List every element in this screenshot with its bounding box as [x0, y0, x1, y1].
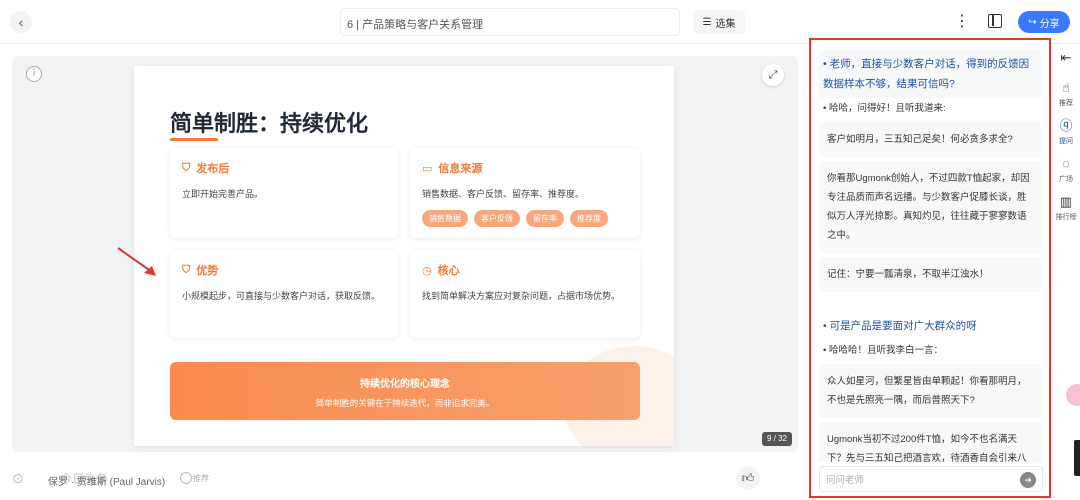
card-heading: 信息来源 [438, 163, 483, 175]
author-name: 保罗 · 贾维斯 (Paul Jarvis) [48, 477, 166, 488]
card-info-sources: ▭ 信息来源 销售数据、客户反馈、留存率、推荐度。 销售数据 客户反馈 留存率 推… [410, 148, 640, 238]
logo-icon: ⊙ [12, 470, 24, 486]
card-heading: 发布后 [196, 163, 230, 175]
send-button[interactable]: ➜ [1020, 472, 1036, 488]
page-indicator: 9 / 32 [762, 432, 792, 446]
card-heading: 优势 [196, 265, 219, 277]
layout-toggle-icon[interactable] [988, 14, 1002, 28]
recommend-icon[interactable] [180, 472, 192, 484]
user-question: • 老师，直接与少数客户对话，得到的反馈因数据样本不够，结果可信吗? [819, 50, 1041, 98]
answer-paragraph: 你看那Ugmonk创始人，不过四款T恤起家，却因专注品质而声名远播。与少数客户促… [819, 161, 1041, 253]
arrow-right-icon: ➜ [1024, 475, 1032, 485]
episode-select-button[interactable]: ☰ 选集 [693, 10, 745, 34]
shield-icon: ⛉ [182, 263, 191, 276]
share-button[interactable]: ↪ 分享 [1018, 11, 1070, 33]
tag: 留存率 [526, 210, 564, 227]
card-after-release: ⛉ 发布后 立即开始完善产品。 [170, 148, 398, 238]
message-icon: ▭ [422, 162, 433, 175]
question-icon: ⓠ [1059, 118, 1073, 133]
user-question: • 可是产品是要面对广大群众的呀 [823, 320, 977, 332]
share-icon: ↪ [1028, 16, 1037, 28]
chevron-left-icon: ‹ [18, 14, 24, 30]
select-label: 选集 [715, 18, 736, 30]
title-underline [170, 138, 218, 141]
rail-item-ask[interactable]: ⓠ 提问 [1052, 118, 1080, 146]
recommend-label[interactable]: 推荐 [193, 473, 209, 484]
rail-label: 排行榜 [1055, 214, 1077, 221]
clock-icon: ◷ [422, 264, 432, 277]
banner-subtitle: 简单制胜的关键在于持续迭代，而非追求完美。 [315, 398, 495, 408]
card-body: 销售数据、客户反馈、留存率、推荐度。 [422, 189, 585, 199]
card-body: 找到简单解决方案应对复杂问题，占据市场优势。 [422, 291, 621, 301]
info-icon[interactable]: i [26, 66, 42, 82]
like-button[interactable]: 👍︎ [736, 466, 760, 490]
thumbs-up-icon: 👍︎ [741, 471, 755, 485]
card-advantage: ⛉ 优势 小规模起步，可直接与少数客户对话，获取反馈。 [170, 250, 398, 338]
shield-icon: ⛉ [182, 161, 191, 174]
ask-box: ➜ [819, 466, 1043, 492]
answer-paragraph: Ugmonk当初不过200件T恤，如今不也名满天下？先与三五知己把酒言欢，待酒香… [819, 422, 1041, 462]
ranking-icon: ▥ [1059, 194, 1073, 209]
slide-title: 简单制胜：持续优化 [170, 111, 369, 136]
core-idea-banner: 持续优化的核心理念 简单制胜的关键在于持续迭代，而非追求完美。 [170, 362, 640, 420]
banner-title: 持续优化的核心理念 [360, 379, 450, 390]
ask-teacher-input[interactable] [826, 472, 1006, 488]
fullscreen-icon[interactable]: ⤢ [762, 64, 784, 86]
answer-intro: • 哈哈哈！且听我李白一言： [823, 345, 943, 356]
chat-bubble-icon: ◌ [1062, 156, 1070, 171]
answer-paragraph: 众人如星河，但繁星皆由单颗起！你看那明月，不也是先照亮一隅，而后普照天下? [819, 364, 1041, 418]
rail-label: 提问 [1059, 138, 1073, 145]
rail-item-ranking[interactable]: ▥ 排行榜 [1052, 194, 1080, 222]
answer-paragraph: 记住：宁要一瓢清泉，不取半江浊水！ [819, 257, 1041, 292]
back-button[interactable]: ‹ [10, 11, 32, 33]
rail-label: 推荐 [1059, 100, 1073, 107]
card-heading: 核心 [437, 265, 460, 277]
rail-label: 广场 [1059, 176, 1073, 183]
more-icon[interactable]: ⋮ [954, 12, 970, 32]
answer-intro: • 哈哈，问得好！且听我道来: [823, 103, 946, 114]
thumbs-up-icon: ☝ [1062, 80, 1070, 95]
tag-list: 销售数据 客户反馈 留存率 推荐度 [422, 210, 628, 227]
tag: 推荐度 [570, 210, 608, 227]
rail-item-recommend[interactable]: ☝ 推荐 [1052, 80, 1080, 108]
side-tab[interactable] [1074, 440, 1080, 476]
page-title: 6 | 产品策略与客户关系管理 [340, 8, 680, 36]
chat-scroll-area[interactable]: • 老师，直接与少数客户对话，得到的反馈因数据样本不够，结果可信吗? • 哈哈，… [819, 50, 1041, 462]
chat-panel: • 老师，直接与少数客户对话，得到的反馈因数据样本不够，结果可信吗? • 哈哈，… [809, 38, 1051, 498]
card-body: 立即开始完善产品。 [182, 189, 264, 199]
right-rail: ⇤ ☝ 推荐 ⓠ 提问 ◌ 广场 ▥ 排行榜 [1052, 44, 1080, 500]
red-arrow-icon [117, 247, 156, 276]
share-label: 分享 [1039, 18, 1060, 30]
card-core: ◷ 核心 找到简单解决方案应对复杂问题，占据市场优势。 [410, 250, 640, 338]
list-icon: ☰ [702, 16, 712, 28]
tag: 销售数据 [422, 210, 468, 227]
slide: 简单制胜：持续优化 ⛉ 发布后 立即开始完善产品。 ▭ 信息来源 销售数据、客户反馈… [134, 66, 674, 446]
card-body: 小规模起步，可直接与少数客户对话，获取反馈。 [182, 291, 381, 301]
collapse-icon[interactable]: ⇤ [1052, 50, 1080, 66]
rail-item-square[interactable]: ◌ 广场 [1052, 156, 1080, 184]
answer-paragraph: 客户如明月，三五知己足矣！何必贪多求全? [819, 122, 1041, 157]
tag: 客户反馈 [474, 210, 520, 227]
